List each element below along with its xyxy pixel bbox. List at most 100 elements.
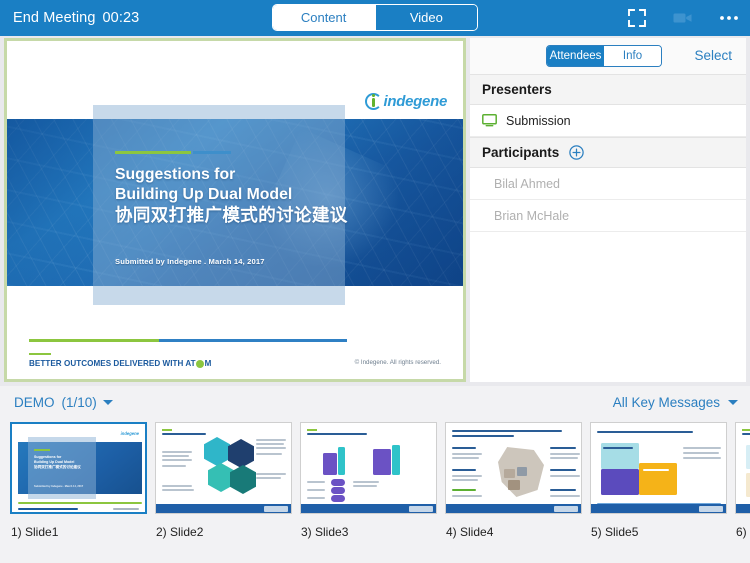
thumb-text [550, 489, 576, 491]
more-options-icon[interactable] [718, 7, 740, 29]
thumb-text [683, 457, 721, 459]
slide-tray: DEMO (1/10) All Key Messages indegene Su… [0, 386, 750, 563]
section-header-participants: Participants [470, 137, 746, 168]
key-messages-label: All Key Messages [612, 395, 720, 410]
thumb-text [683, 447, 721, 449]
end-meeting-button[interactable]: End Meeting 00:23 [13, 10, 139, 26]
tab-content[interactable]: Content [273, 5, 375, 30]
thumb-text [353, 485, 377, 487]
thumb-rule [742, 429, 750, 431]
thumbnail-label: 5) Slide5 [591, 525, 639, 539]
slide-stage[interactable]: indegene Suggestions for Building Up Dua… [4, 38, 466, 382]
thumb-copyright [113, 508, 139, 510]
slide-thumbnail-1[interactable]: indegene Suggestions for Building Up Dual… [10, 422, 147, 514]
thumb-heading [162, 433, 206, 436]
thumb-bar [323, 453, 337, 475]
add-participant-icon[interactable] [569, 145, 585, 160]
thumb-text [683, 452, 719, 454]
thumb-rule [162, 429, 172, 431]
thumb-block-force [601, 469, 639, 495]
thumb-text [452, 495, 482, 497]
thumb-hex [204, 437, 230, 466]
thumbnail-cell[interactable]: 2) Slide2 [145, 422, 292, 563]
thumbnail-strip[interactable]: indegene Suggestions for Building Up Dual… [0, 422, 750, 563]
thumbnail-cell[interactable]: 4) Slide4 [435, 422, 582, 563]
attendees-info-segmented-control[interactable]: Attendees Info [546, 45, 662, 67]
deck-selector[interactable]: DEMO (1/10) [14, 395, 113, 410]
thumb-pill [331, 479, 345, 486]
thumbnail-label: 2) Slide2 [156, 525, 204, 539]
slide-thumbnail-6[interactable] [735, 422, 750, 514]
thumb-logo [264, 505, 288, 512]
thumb-heading [452, 430, 562, 433]
thumb-block [746, 445, 750, 469]
slide-title-line3: 协同双打推广模式的讨论建议 [115, 205, 348, 225]
thumb-logo [409, 505, 433, 512]
slide-thumbnail-5[interactable] [590, 422, 727, 514]
footer-rule-green [29, 339, 159, 342]
panel-header: Attendees Info Select [470, 38, 746, 74]
thumb-text [162, 465, 186, 467]
end-meeting-label: End Meeting [13, 10, 96, 26]
meeting-timer: 00:23 [102, 10, 140, 26]
select-button[interactable]: Select [694, 48, 732, 63]
thumb-logo: indegene [120, 431, 139, 436]
slide-thumbnail-2[interactable] [155, 422, 292, 514]
presenter-name: Submission [506, 113, 571, 128]
thumbnail-cell[interactable]: indegene Suggestions for Building Up Dual… [0, 422, 147, 563]
thumb-text [256, 453, 282, 455]
content-video-segmented-control[interactable]: Content Video [272, 4, 478, 31]
thumb-text [256, 443, 284, 445]
thumb-footer-bar [736, 504, 750, 513]
thumb-text [162, 489, 194, 491]
thumbnail-label: 1) Slide1 [11, 525, 59, 539]
thumb-heading [452, 435, 514, 438]
thumb-text [550, 495, 580, 497]
top-icon-group [626, 0, 740, 36]
thumb-text [256, 439, 286, 441]
thumb-photo [504, 469, 515, 478]
thumbnail-cell[interactable]: 6) [725, 422, 750, 563]
current-slide[interactable]: indegene Suggestions for Building Up Dua… [7, 41, 463, 379]
thumb-text [162, 451, 192, 453]
thumb-text [550, 447, 576, 449]
key-messages-filter[interactable]: All Key Messages [613, 395, 738, 410]
thumb-text [452, 479, 478, 481]
slide-submitted-by: Submitted by Indegene . March 14, 2017 [115, 257, 265, 266]
monitor-icon [482, 114, 497, 127]
thumbnail-cell[interactable]: 5) Slide5 [580, 422, 727, 563]
thumb-bar [392, 445, 400, 475]
indegene-wordmark: indegene [383, 93, 448, 110]
list-item[interactable]: Brian McHale [470, 200, 746, 232]
thumbnail-label: 6) [736, 525, 747, 539]
thumb-hex [230, 465, 256, 494]
thumb-text [162, 485, 192, 487]
thumb-text [550, 457, 578, 459]
footer-tick [29, 353, 51, 355]
thumbnail-cell[interactable]: 3) Slide3 [290, 422, 437, 563]
indegene-mark-icon [364, 93, 382, 110]
chevron-down-icon[interactable] [102, 400, 113, 405]
fullscreen-icon[interactable] [626, 7, 648, 29]
indegene-logo: indegene [364, 93, 448, 110]
chevron-down-icon[interactable] [728, 400, 738, 405]
video-camera-icon[interactable] [672, 7, 694, 29]
thumb-text [550, 469, 576, 471]
thumb-text [307, 481, 325, 483]
slide-thumbnail-4[interactable] [445, 422, 582, 514]
thumb-heading [597, 431, 693, 434]
thumb-block [746, 473, 750, 497]
tab-info[interactable]: Info [604, 46, 661, 66]
tab-attendees[interactable]: Attendees [547, 46, 604, 66]
thumb-text [550, 453, 580, 455]
tagline-text-before: BETTER OUTCOMES DELIVERED WITH AT [29, 359, 196, 368]
footer-rule-blue [159, 339, 347, 342]
tab-video[interactable]: Video [375, 5, 477, 30]
list-item[interactable]: Bilal Ahmed [470, 168, 746, 200]
thumb-text [307, 489, 325, 491]
thumb-text [452, 447, 476, 449]
atom-icon [196, 360, 205, 368]
list-item[interactable]: Submission [470, 105, 746, 137]
thumb-text [452, 475, 482, 477]
slide-thumbnail-3[interactable] [300, 422, 437, 514]
